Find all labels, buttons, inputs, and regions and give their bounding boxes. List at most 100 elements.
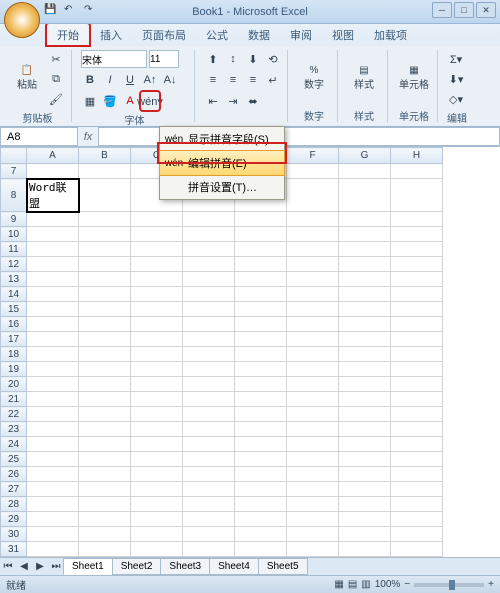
cell[interactable]	[235, 272, 287, 287]
increase-indent-icon[interactable]: ⇥	[224, 92, 242, 110]
orientation-icon[interactable]: ⟲	[264, 50, 282, 68]
cell[interactable]	[391, 407, 443, 422]
cell[interactable]	[79, 257, 131, 272]
cell[interactable]	[339, 377, 391, 392]
bold-button[interactable]: B	[81, 71, 99, 89]
cell[interactable]	[79, 542, 131, 557]
cell[interactable]	[235, 347, 287, 362]
cell[interactable]	[339, 332, 391, 347]
cell[interactable]	[339, 362, 391, 377]
cell[interactable]	[339, 287, 391, 302]
tab-开始[interactable]: 开始	[46, 23, 90, 46]
cell[interactable]	[183, 482, 235, 497]
cell[interactable]	[235, 407, 287, 422]
cell[interactable]	[235, 377, 287, 392]
row-header[interactable]: 23	[1, 422, 27, 437]
cell[interactable]	[27, 497, 79, 512]
decrease-indent-icon[interactable]: ⇤	[204, 92, 222, 110]
cell[interactable]	[339, 347, 391, 362]
cell[interactable]	[79, 377, 131, 392]
row-header[interactable]: 24	[1, 437, 27, 452]
clear-icon[interactable]: ◇▾	[447, 90, 465, 108]
cell[interactable]	[339, 242, 391, 257]
cell[interactable]	[391, 377, 443, 392]
cell[interactable]	[391, 179, 443, 212]
row-header[interactable]: 20	[1, 377, 27, 392]
cell[interactable]	[391, 497, 443, 512]
cell[interactable]	[27, 332, 79, 347]
cell[interactable]	[27, 377, 79, 392]
cell[interactable]	[287, 422, 339, 437]
increase-font-icon[interactable]: A↑	[141, 71, 159, 89]
cell[interactable]	[339, 164, 391, 179]
cell[interactable]	[183, 527, 235, 542]
pinyin-button[interactable]: wén▾	[141, 92, 159, 110]
cell[interactable]	[183, 452, 235, 467]
pinyin-menu-item[interactable]: 拼音设置(T)…	[160, 175, 284, 199]
row-header[interactable]: 15	[1, 302, 27, 317]
cell[interactable]	[391, 437, 443, 452]
last-sheet-icon[interactable]: ⏭	[48, 561, 64, 572]
column-header[interactable]: H	[391, 148, 443, 164]
cell[interactable]	[131, 482, 183, 497]
cell[interactable]	[391, 422, 443, 437]
tab-插入[interactable]: 插入	[90, 24, 132, 46]
row-header[interactable]: 28	[1, 497, 27, 512]
save-icon[interactable]: 💾	[44, 4, 60, 20]
format-painter-icon[interactable]: 🖌	[47, 90, 65, 108]
cell[interactable]	[391, 392, 443, 407]
cell[interactable]	[27, 467, 79, 482]
cell[interactable]	[339, 179, 391, 212]
cell[interactable]	[27, 512, 79, 527]
align-right-icon[interactable]: ≡	[244, 71, 262, 89]
minimize-button[interactable]: ─	[432, 2, 452, 18]
column-header[interactable]: F	[287, 148, 339, 164]
cell[interactable]	[391, 302, 443, 317]
cell[interactable]	[235, 527, 287, 542]
cell[interactable]	[79, 467, 131, 482]
tab-页面布局[interactable]: 页面布局	[132, 24, 196, 46]
cells-button[interactable]: ▦单元格	[397, 50, 431, 106]
cell[interactable]	[79, 362, 131, 377]
row-header[interactable]: 25	[1, 452, 27, 467]
cell[interactable]	[27, 527, 79, 542]
cell[interactable]	[183, 227, 235, 242]
cell[interactable]	[235, 512, 287, 527]
cell[interactable]	[183, 407, 235, 422]
cell[interactable]	[287, 392, 339, 407]
cell[interactable]	[27, 302, 79, 317]
cell[interactable]	[235, 467, 287, 482]
cell[interactable]	[27, 164, 79, 179]
row-header[interactable]: 10	[1, 227, 27, 242]
cell[interactable]	[235, 317, 287, 332]
cell[interactable]	[391, 164, 443, 179]
cell[interactable]	[79, 407, 131, 422]
cell[interactable]	[287, 482, 339, 497]
fx-button[interactable]: fx	[78, 127, 98, 146]
cell[interactable]	[339, 257, 391, 272]
cell[interactable]	[27, 362, 79, 377]
cell[interactable]	[235, 332, 287, 347]
cell[interactable]	[131, 542, 183, 557]
close-button[interactable]: ✕	[476, 2, 496, 18]
cell[interactable]	[391, 362, 443, 377]
cell[interactable]	[183, 317, 235, 332]
row-header[interactable]: 19	[1, 362, 27, 377]
cell[interactable]	[183, 422, 235, 437]
cell[interactable]	[183, 467, 235, 482]
cell[interactable]	[339, 212, 391, 227]
tab-数据[interactable]: 数据	[238, 24, 280, 46]
cell[interactable]	[79, 179, 131, 212]
cell[interactable]	[235, 302, 287, 317]
cell[interactable]	[183, 362, 235, 377]
cell[interactable]	[235, 482, 287, 497]
cell[interactable]	[131, 512, 183, 527]
cell[interactable]	[391, 317, 443, 332]
office-button[interactable]	[4, 2, 40, 38]
cell[interactable]	[27, 422, 79, 437]
cell[interactable]	[339, 227, 391, 242]
zoom-out-icon[interactable]: −	[404, 579, 410, 590]
tab-加载项[interactable]: 加载项	[364, 24, 417, 46]
cell[interactable]	[235, 422, 287, 437]
cell[interactable]	[183, 512, 235, 527]
